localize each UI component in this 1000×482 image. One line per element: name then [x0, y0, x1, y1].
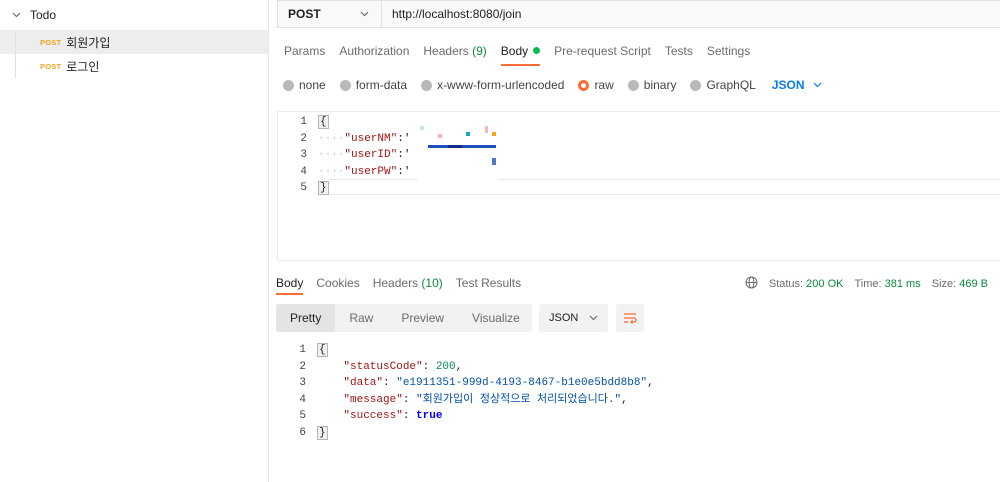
wrap-lines-icon[interactable] — [616, 304, 644, 332]
view-pretty-button[interactable]: Pretty — [276, 304, 336, 332]
code-line: 4 "message": "회원가입이 정상적으로 처리되었습니다.", — [299, 393, 628, 406]
response-status[interactable]: Status: 200 OK — [769, 278, 844, 290]
response-tab-body[interactable]: Body — [269, 273, 309, 295]
view-preview-button[interactable]: Preview — [387, 304, 458, 332]
code-line: 3 ····"userID":' — [300, 149, 411, 161]
response-meta: Status: 200 OK Time: 381 ms Size: 469 B — [745, 276, 988, 292]
response-format-select[interactable]: JSON — [539, 304, 608, 332]
chevron-down-icon — [589, 315, 598, 321]
radio-x-www-form-urlencoded[interactable]: x-www-form-urlencoded — [421, 78, 564, 92]
collection-name: Todo — [30, 8, 57, 22]
radio-form-data[interactable]: form-data — [339, 78, 407, 92]
response-tab-test-results[interactable]: Test Results — [449, 273, 527, 295]
view-visualize-button[interactable]: Visualize — [458, 304, 534, 332]
request-panel: POST http://localhost:8080/join Params A… — [269, 0, 1000, 482]
request-item-join[interactable]: POST 회원가입 — [0, 30, 268, 54]
collection-todo[interactable]: Todo — [0, 0, 268, 30]
code-line: 6 } — [299, 425, 328, 440]
request-body-editor[interactable]: 1 { 2 ····"userNM":' 3 ····"userID":' 4 … — [277, 111, 1000, 261]
globe-icon[interactable] — [745, 276, 758, 292]
code-line: 5 "success": true — [299, 410, 443, 422]
request-tabs: Params Authorization Headers (9) Body Pr… — [277, 38, 757, 68]
code-line: 5 } — [300, 181, 329, 195]
radio-graphql[interactable]: GraphQL — [690, 78, 756, 92]
tab-body[interactable]: Body — [494, 38, 547, 68]
response-body[interactable]: 1 { 2 "statusCode": 200, 3 "data": "e191… — [277, 342, 1000, 441]
url-value: http://localhost:8080/join — [392, 7, 522, 21]
url-input[interactable]: http://localhost:8080/join — [382, 1, 1000, 27]
method-value: POST — [288, 7, 321, 21]
method-select[interactable]: POST — [278, 1, 382, 27]
radio-none[interactable]: none — [283, 78, 326, 92]
method-badge: POST — [40, 61, 62, 71]
response-tab-headers[interactable]: Headers (10) — [366, 273, 449, 295]
view-raw-button[interactable]: Raw — [335, 304, 387, 332]
tab-pre-request-script[interactable]: Pre-request Script — [547, 38, 658, 68]
response-time[interactable]: Time: 381 ms — [854, 278, 920, 290]
headers-count: (9) — [472, 44, 487, 58]
request-item-login[interactable]: POST 로그인 — [0, 54, 268, 78]
chevron-down-icon[interactable] — [10, 9, 22, 21]
code-line: 4 ····"userPW":' — [300, 165, 411, 178]
url-bar: POST http://localhost:8080/join — [277, 0, 1000, 28]
chevron-down-icon — [360, 11, 369, 17]
body-indicator-dot — [533, 47, 541, 54]
method-badge: POST — [40, 37, 62, 47]
code-line: 3 "data": "e1911351-999d-4193-8467-b1e0e… — [299, 377, 654, 389]
response-view-bar: Pretty Raw Preview Visualize JSON — [276, 304, 644, 332]
code-line: 1 { — [300, 115, 329, 129]
code-line: 2 ····"userNM":' — [300, 132, 411, 145]
request-name: 회원가입 — [66, 35, 111, 50]
language-select[interactable]: JSON — [772, 78, 822, 92]
view-mode-group: Pretty Raw Preview Visualize — [276, 304, 532, 332]
collections-sidebar: Todo POST 회원가입 POST 로그인 — [0, 0, 269, 482]
response-size[interactable]: Size: 469 B — [932, 278, 988, 290]
response-tab-cookies[interactable]: Cookies — [309, 273, 365, 295]
radio-binary[interactable]: binary — [627, 78, 676, 92]
response-headers-count: (10) — [421, 276, 443, 290]
body-type-options: none form-data x-www-form-urlencoded raw… — [283, 76, 822, 94]
tab-tests[interactable]: Tests — [658, 38, 700, 68]
tab-headers[interactable]: Headers (9) — [416, 38, 493, 68]
active-line-highlight — [329, 179, 1000, 195]
radio-raw[interactable]: raw — [578, 78, 614, 92]
code-line: 1 { — [299, 343, 328, 357]
chevron-down-icon — [813, 82, 821, 88]
tab-authorization[interactable]: Authorization — [332, 38, 416, 68]
tab-params[interactable]: Params — [277, 38, 332, 68]
request-name: 로그인 — [66, 59, 100, 74]
code-line: 2 "statusCode": 200, — [299, 360, 463, 373]
tab-settings[interactable]: Settings — [700, 38, 757, 68]
